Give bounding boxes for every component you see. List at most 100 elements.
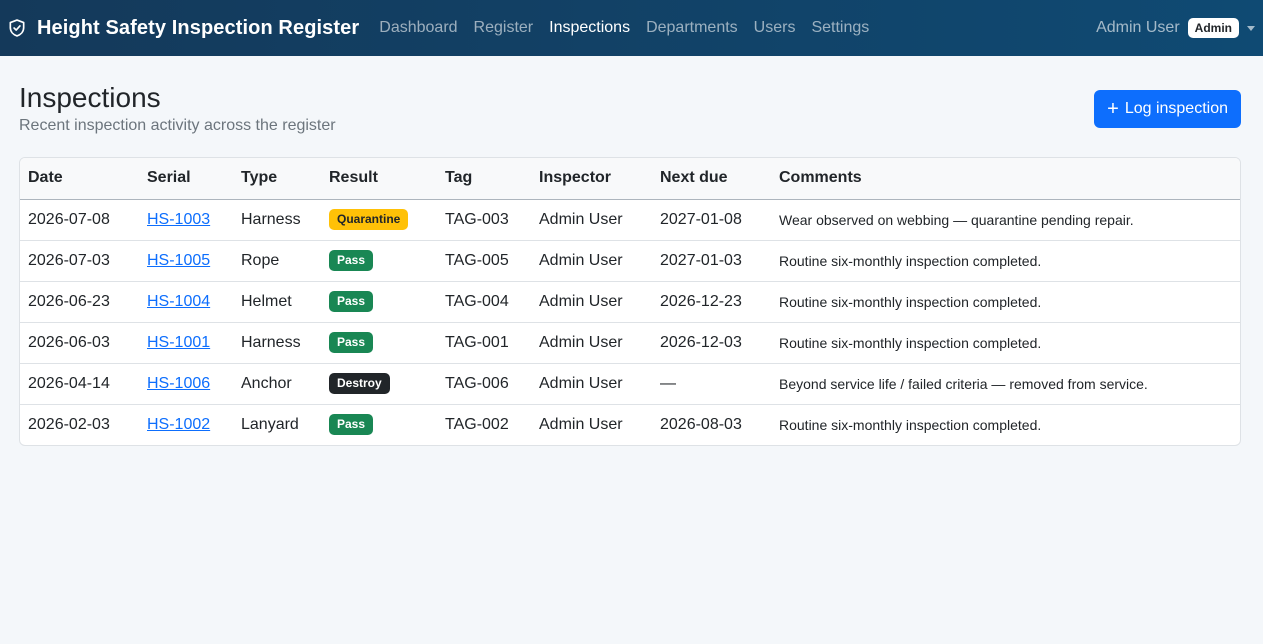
page-subtitle: Recent inspection activity across the re…	[19, 117, 336, 134]
cell-serial: HS-1004	[139, 281, 233, 323]
serial-link[interactable]: HS-1005	[147, 252, 210, 269]
page-header: Inspections Recent inspection activity a…	[19, 82, 1241, 135]
cell-result: Quarantine	[321, 199, 437, 241]
nav-link-settings[interactable]: Settings	[803, 19, 877, 37]
cell-serial: HS-1001	[139, 322, 233, 364]
cell-type: Harness	[233, 322, 321, 364]
cell-comments: Beyond service life / failed criteria — …	[771, 363, 1240, 405]
col-header-serial: Serial	[139, 158, 233, 200]
serial-link[interactable]: HS-1006	[147, 375, 210, 392]
cell-date: 2026-07-08	[20, 199, 139, 241]
cell-next-due: 2027-01-08	[652, 199, 771, 241]
cell-next-due: 2026-12-03	[652, 322, 771, 364]
col-header-next-due: Next due	[652, 158, 771, 200]
log-inspection-button[interactable]: + Log inspection	[1094, 90, 1241, 128]
cell-result: Pass	[321, 281, 437, 323]
table-row: 2026-04-14 HS-1006 Anchor Destroy TAG-00…	[20, 363, 1240, 405]
cell-serial: HS-1005	[139, 240, 233, 282]
cell-tag: TAG-002	[445, 415, 509, 433]
main-content: Inspections Recent inspection activity a…	[0, 56, 1263, 446]
cell-comments: Routine six-monthly inspection completed…	[771, 281, 1240, 323]
cell-inspector: Admin User	[531, 322, 652, 364]
table-body: 2026-07-08 HS-1003 Harness Quarantine TA…	[20, 199, 1240, 445]
page-title: Inspections	[19, 82, 161, 113]
nav-link-departments[interactable]: Departments	[638, 19, 746, 37]
serial-link[interactable]: HS-1002	[147, 416, 210, 433]
cell-date: 2026-02-03	[28, 415, 110, 433]
cell-type: Anchor	[233, 363, 321, 405]
brand-title: Height Safety Inspection Register	[37, 16, 360, 39]
col-header-date: Date	[20, 158, 139, 200]
result-badge: Pass	[329, 250, 374, 271]
cell-type: Rope	[233, 240, 321, 282]
cell-inspector: Admin User	[531, 240, 652, 282]
nav-links: Dashboard Register Inspections Departmen…	[371, 19, 877, 37]
cell-inspector: Admin User	[531, 363, 652, 405]
col-header-inspector: Inspector	[531, 158, 652, 200]
table-row: 2026-06-03 HS-1001 Harness Pass TAG-001 …	[20, 322, 1240, 364]
table-header-row: Date Serial Type Result Tag Inspector Ne…	[20, 158, 1240, 200]
result-badge: Destroy	[329, 373, 390, 394]
cell-next-due: —	[652, 363, 771, 405]
serial-link[interactable]: HS-1001	[147, 334, 210, 351]
inspections-table: Date Serial Type Result Tag Inspector Ne…	[20, 158, 1240, 445]
cell-next-due: 2026-12-23	[652, 281, 771, 323]
cell-tag: TAG-005	[437, 240, 531, 282]
cell-tag: TAG-003	[437, 199, 531, 241]
nav-link-register[interactable]: Register	[466, 19, 542, 37]
plus-icon: +	[1107, 98, 1119, 120]
table-row: 2026-02-03 HS-1002 Lanyard Pass TAG-002 …	[20, 404, 1240, 445]
cell-comments: Wear observed on webbing — quarantine pe…	[771, 199, 1240, 241]
result-badge: Pass	[329, 414, 374, 436]
col-header-comments: Comments	[771, 158, 1240, 200]
log-inspection-label: Log inspection	[1124, 100, 1228, 117]
cell-inspector: Admin User	[531, 199, 652, 241]
role-badge: Admin	[1187, 18, 1239, 38]
user-menu[interactable]: Admin User Admin	[1096, 18, 1255, 38]
cell-type: Harness	[233, 199, 321, 241]
cell-inspector: Admin User	[531, 281, 652, 323]
cell-date: 2026-06-03	[20, 322, 139, 364]
cell-tag: TAG-004	[437, 281, 531, 323]
brand[interactable]: Height Safety Inspection Register	[7, 17, 359, 40]
col-header-type: Type	[233, 158, 321, 200]
cell-type: Helmet	[233, 281, 321, 323]
result-badge: Pass	[329, 332, 374, 353]
cell-serial: HS-1002	[139, 404, 233, 445]
cell-tag: TAG-001	[437, 322, 531, 364]
nav-link-dashboard[interactable]: Dashboard	[371, 19, 465, 37]
result-badge: Quarantine	[329, 209, 409, 230]
cell-serial: HS-1006	[139, 363, 233, 405]
col-header-tag: Tag	[437, 158, 531, 200]
cell-result: Destroy	[321, 363, 437, 405]
result-badge: Pass	[329, 291, 374, 312]
inspections-table-card: Date Serial Type Result Tag Inspector Ne…	[19, 157, 1241, 446]
cell-next-due: 2027-01-03	[652, 240, 771, 282]
page-heading: Inspections Recent inspection activity a…	[19, 82, 336, 135]
cell-date: 2026-07-03	[20, 240, 139, 282]
nav-link-users[interactable]: Users	[746, 19, 804, 37]
cell-date: 2026-06-23	[20, 281, 139, 323]
shield-check-icon	[9, 19, 25, 37]
table-row: 2026-06-23 HS-1004 Helmet Pass TAG-004 A…	[20, 281, 1240, 323]
cell-next-due: 2026-08-03	[660, 415, 742, 433]
top-navbar: Height Safety Inspection Register Dashbo…	[0, 0, 1263, 56]
cell-date: 2026-04-14	[20, 363, 139, 405]
cell-comments: Routine six-monthly inspection completed…	[779, 416, 1042, 433]
serial-link[interactable]: HS-1003	[147, 211, 210, 228]
table-row: 2026-07-08 HS-1003 Harness Quarantine TA…	[20, 199, 1240, 241]
col-header-result: Result	[321, 158, 437, 200]
cell-comments: Routine six-monthly inspection completed…	[771, 322, 1240, 364]
cell-serial: HS-1003	[139, 199, 233, 241]
nav-link-inspections[interactable]: Inspections	[541, 19, 638, 37]
cell-tag: TAG-006	[437, 363, 531, 405]
cell-comments: Routine six-monthly inspection completed…	[771, 240, 1240, 282]
cell-inspector: Admin User	[539, 415, 623, 433]
cell-result: Pass	[321, 404, 437, 445]
cell-result: Pass	[321, 240, 437, 282]
cell-type: Lanyard	[241, 415, 299, 433]
serial-link[interactable]: HS-1004	[147, 293, 210, 310]
caret-down-icon	[1247, 25, 1255, 31]
table-row: 2026-07-03 HS-1005 Rope Pass TAG-005 Adm…	[20, 240, 1240, 282]
cell-result: Pass	[321, 322, 437, 364]
